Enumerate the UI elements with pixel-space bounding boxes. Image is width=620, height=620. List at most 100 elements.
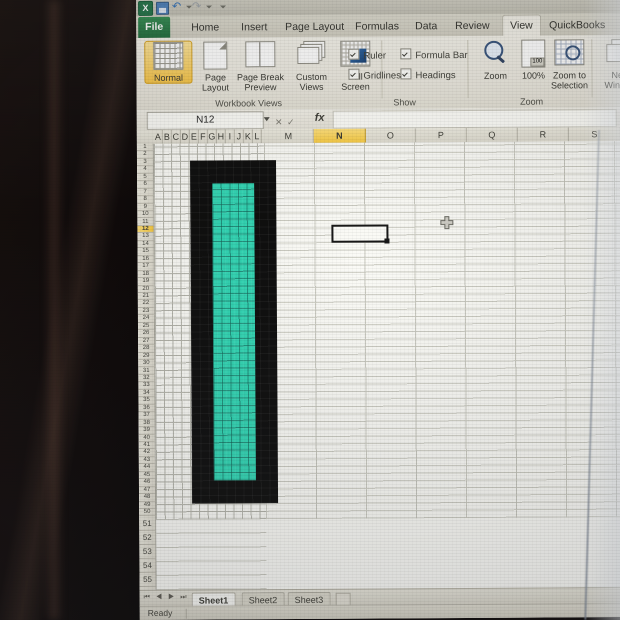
row-header-18[interactable]: 18: [137, 270, 154, 279]
column-header-a[interactable]: A: [153, 129, 163, 144]
column-header-k[interactable]: K: [243, 129, 253, 144]
normal-view-button[interactable]: Normal: [144, 40, 193, 84]
row-header-17[interactable]: 17: [137, 263, 154, 271]
formula-input[interactable]: [332, 109, 617, 129]
tab-insert[interactable]: Insert: [234, 17, 274, 37]
page-layout-button[interactable]: Page Layout: [192, 41, 238, 93]
row-header-37[interactable]: 37: [138, 412, 155, 420]
column-header-e[interactable]: E: [189, 129, 199, 144]
row-header-16[interactable]: 16: [137, 255, 154, 264]
name-box[interactable]: N12: [146, 111, 264, 130]
row-header-43[interactable]: 43: [138, 456, 155, 465]
insert-function-icon[interactable]: fx: [315, 112, 325, 124]
redo-dropdown-icon[interactable]: [206, 5, 213, 9]
row-header-15[interactable]: 15: [137, 248, 154, 256]
column-header-p[interactable]: P: [415, 127, 467, 143]
row-header-51[interactable]: 51: [139, 516, 156, 531]
row-header-4[interactable]: 4: [137, 166, 154, 174]
row-header-53[interactable]: 53: [139, 544, 156, 559]
row-header-3[interactable]: 3: [136, 158, 154, 167]
row-header-13[interactable]: 13: [137, 233, 154, 241]
cancel-formula-icon[interactable]: ✕: [273, 115, 285, 129]
row-header-55[interactable]: 55: [139, 572, 156, 587]
row-header-6[interactable]: 6: [137, 181, 154, 189]
column-header-f[interactable]: F: [198, 129, 208, 144]
redo-icon[interactable]: ↷: [192, 1, 203, 13]
tab-data[interactable]: Data: [408, 16, 444, 36]
row-header-2[interactable]: 2: [136, 151, 153, 159]
row-header-39[interactable]: 39: [138, 426, 155, 435]
column-header-i[interactable]: I: [225, 129, 235, 144]
column-header-o[interactable]: O: [365, 128, 416, 143]
row-header-45[interactable]: 45: [138, 471, 155, 480]
column-header-b[interactable]: B: [162, 129, 172, 144]
column-header-m[interactable]: M: [263, 128, 314, 144]
row-header-49[interactable]: 49: [139, 501, 156, 510]
row-header-21[interactable]: 21: [137, 292, 154, 301]
tab-file[interactable]: File: [138, 16, 171, 38]
row-header-29[interactable]: 29: [138, 352, 155, 361]
selected-cell-n12[interactable]: [331, 224, 389, 243]
column-header-g[interactable]: G: [207, 129, 217, 144]
customize-qat-icon[interactable]: [220, 5, 227, 9]
column-header-n[interactable]: N: [313, 128, 366, 143]
column-header-q[interactable]: Q: [466, 127, 518, 142]
column-header-c[interactable]: C: [171, 129, 181, 144]
row-header-26[interactable]: 26: [138, 330, 155, 338]
row-header-50[interactable]: 50: [139, 508, 156, 517]
row-header-34[interactable]: 34: [138, 389, 155, 398]
row-header-48[interactable]: 48: [139, 494, 156, 502]
tab-review[interactable]: Review: [448, 16, 497, 36]
row-header-1[interactable]: 1: [136, 143, 153, 152]
row-header-11[interactable]: 11: [137, 218, 154, 226]
row-header-38[interactable]: 38: [138, 419, 155, 428]
row-header-25[interactable]: 25: [137, 322, 155, 331]
row-header-46[interactable]: 46: [138, 479, 155, 487]
row-header-22[interactable]: 22: [137, 300, 154, 308]
name-box-dropdown-icon[interactable]: [263, 117, 270, 122]
tab-formulas[interactable]: Formulas: [348, 16, 406, 36]
page-break-preview-button[interactable]: Page Break Preview: [234, 41, 286, 92]
row-header-54[interactable]: 54: [139, 558, 156, 573]
column-header-r[interactable]: R: [517, 127, 569, 142]
row-header-33[interactable]: 33: [138, 382, 155, 390]
row-header-5[interactable]: 5: [137, 173, 154, 182]
column-header-j[interactable]: J: [234, 129, 244, 144]
row-header-14[interactable]: 14: [137, 240, 154, 249]
checkbox-formula-bar[interactable]: Formula Bar: [400, 48, 468, 61]
sheet-nav-buttons[interactable]: ⏮ ◀ ▶ ⏭: [144, 594, 189, 602]
column-header-l[interactable]: L: [252, 129, 262, 144]
row-header-20[interactable]: 20: [137, 285, 154, 293]
row-header-35[interactable]: 35: [138, 397, 155, 405]
row-header-12[interactable]: 12: [137, 225, 154, 234]
row-header-44[interactable]: 44: [138, 464, 155, 472]
undo-icon[interactable]: ↶: [172, 1, 183, 13]
checkbox-ruler[interactable]: Ruler: [348, 48, 386, 62]
row-header-47[interactable]: 47: [138, 486, 156, 495]
custom-views-button[interactable]: Custom Views: [288, 40, 334, 92]
row-header-30[interactable]: 30: [138, 359, 155, 368]
row-header-27[interactable]: 27: [138, 337, 155, 346]
row-header-8[interactable]: 8: [137, 196, 154, 204]
tab-page-layout[interactable]: Page Layout: [278, 17, 351, 37]
accept-formula-icon[interactable]: ✓: [285, 115, 297, 129]
column-header-h[interactable]: H: [216, 129, 226, 144]
row-header-32[interactable]: 32: [138, 374, 155, 383]
checkbox-gridlines[interactable]: Gridlines: [348, 68, 401, 82]
row-header-28[interactable]: 28: [138, 345, 155, 353]
row-header-9[interactable]: 9: [137, 203, 154, 212]
row-header-10[interactable]: 10: [137, 210, 154, 219]
row-header-42[interactable]: 42: [138, 449, 155, 457]
row-header-23[interactable]: 23: [137, 307, 154, 316]
row-header-52[interactable]: 52: [139, 530, 156, 545]
column-header-d[interactable]: D: [180, 129, 190, 144]
row-header-7[interactable]: 7: [137, 188, 154, 197]
row-header-40[interactable]: 40: [138, 434, 155, 442]
save-icon[interactable]: [156, 1, 170, 15]
row-header-24[interactable]: 24: [137, 315, 154, 323]
checkbox-headings[interactable]: Headings: [400, 68, 456, 81]
row-header-41[interactable]: 41: [138, 441, 155, 450]
row-header-31[interactable]: 31: [138, 367, 155, 375]
row-header-36[interactable]: 36: [138, 404, 155, 413]
row-header-19[interactable]: 19: [137, 277, 154, 286]
